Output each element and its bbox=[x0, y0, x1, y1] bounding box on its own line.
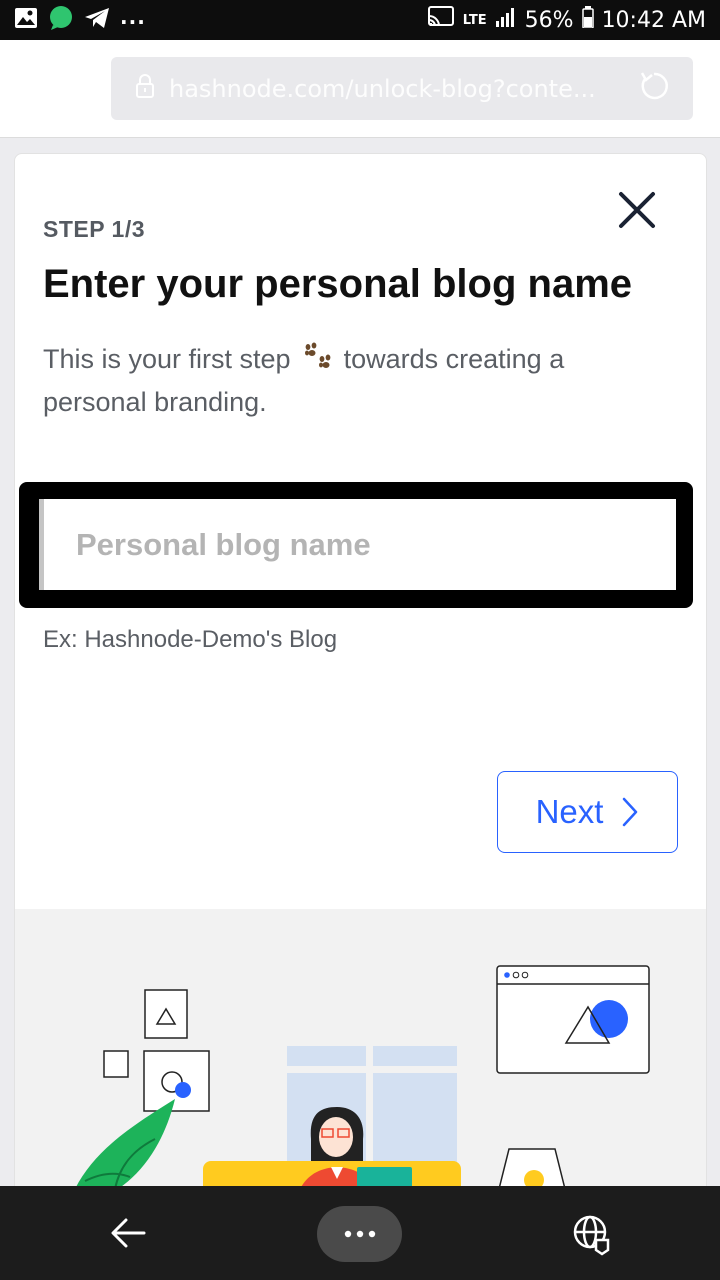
battery-icon bbox=[581, 6, 594, 34]
description-lead: This is your first step bbox=[43, 344, 291, 374]
blog-name-input[interactable] bbox=[44, 499, 676, 590]
browser-toolbar: hashnode.com/unlock-blog?conte... bbox=[0, 40, 720, 138]
onboarding-card: STEP 1/3 Enter your personal blog name T… bbox=[14, 153, 707, 1253]
more-icon bbox=[344, 1230, 375, 1238]
battery-level: 56% bbox=[524, 7, 574, 33]
circle-square-shape bbox=[143, 1050, 210, 1112]
back-arrow-icon bbox=[111, 1218, 146, 1248]
network-type: LTE bbox=[462, 12, 487, 28]
chat-icon bbox=[48, 6, 74, 34]
small-square-shape bbox=[103, 1050, 129, 1078]
step-indicator: STEP 1/3 bbox=[43, 216, 146, 242]
cast-icon bbox=[427, 6, 455, 34]
gallery-icon bbox=[14, 7, 38, 33]
more-button[interactable] bbox=[317, 1206, 402, 1262]
next-button-label: Next bbox=[535, 793, 604, 830]
close-icon bbox=[619, 192, 655, 228]
browser-bottom-bar bbox=[0, 1186, 720, 1280]
close-button[interactable] bbox=[615, 188, 659, 232]
paw-icon bbox=[302, 342, 332, 383]
description: This is your first step towards creating… bbox=[43, 340, 663, 422]
telegram-icon bbox=[84, 7, 110, 33]
triangle-square-shape bbox=[144, 989, 188, 1039]
status-bar: ... LTE 56% 10:42 AM bbox=[0, 0, 720, 40]
input-hint: Ex: Hashnode-Demo's Blog bbox=[43, 626, 338, 653]
page-title: Enter your personal blog name bbox=[43, 262, 633, 306]
globe-button[interactable] bbox=[568, 1210, 614, 1256]
next-button[interactable]: Next bbox=[497, 771, 678, 853]
chevron-right-icon bbox=[623, 797, 638, 827]
reload-icon[interactable] bbox=[637, 69, 671, 108]
globe-icon bbox=[573, 1215, 610, 1256]
blog-name-field bbox=[39, 499, 676, 590]
notification-overflow: ... bbox=[120, 5, 146, 29]
back-button[interactable] bbox=[104, 1212, 152, 1254]
address-bar[interactable]: hashnode.com/unlock-blog?conte... bbox=[111, 57, 693, 120]
url-text: hashnode.com/unlock-blog?conte... bbox=[169, 74, 596, 103]
signal-icon bbox=[495, 7, 517, 33]
blog-name-field-highlight bbox=[19, 482, 693, 608]
clock: 10:42 AM bbox=[601, 7, 706, 33]
lock-icon bbox=[135, 74, 155, 103]
screen: ... LTE 56% 10:42 AM hashnode.com/unlock… bbox=[0, 0, 720, 1280]
